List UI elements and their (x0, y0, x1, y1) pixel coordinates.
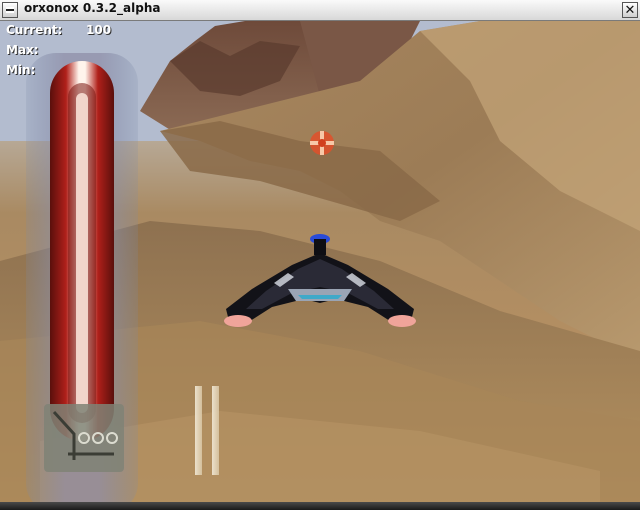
window-bottom-border (0, 502, 640, 510)
hud-max-label: Max: (6, 43, 39, 57)
game-viewport[interactable]: Current: 100 Max: Min: (0, 21, 640, 502)
hud-current-label: Current: (6, 23, 63, 37)
window-title: orxonox 0.3.2_alpha (24, 1, 161, 15)
throttle-bar-right (212, 386, 219, 475)
close-button[interactable]: ✕ (622, 2, 638, 18)
crosshair-icon (310, 131, 334, 155)
window-menu-icon (6, 9, 14, 11)
player-ship (224, 234, 416, 327)
window-titlebar[interactable]: orxonox 0.3.2_alpha ✕ (0, 0, 640, 21)
close-icon: ✕ (624, 2, 636, 18)
throttle-bar-left (195, 386, 202, 475)
weapon-slot-icon (44, 404, 124, 472)
hud-min-label: Min: (6, 63, 36, 77)
hud-current-value: 100 (86, 23, 112, 37)
window-menu-button[interactable] (2, 2, 18, 18)
